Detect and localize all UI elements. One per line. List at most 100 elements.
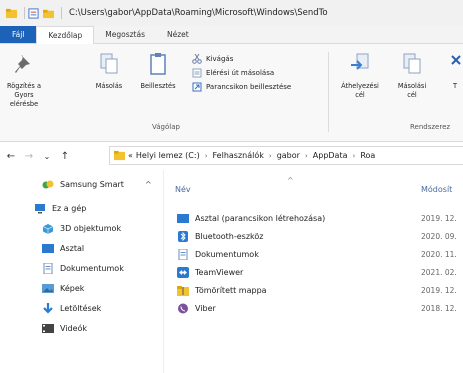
sidebar-item-label: Samsung Smart [60,179,124,189]
divider [24,7,25,19]
copy-to-icon [403,53,421,74]
sidebar-item-videos[interactable]: Videók [42,318,87,338]
shortcut-icon [192,82,202,92]
cut-button[interactable]: Kivágás [192,54,233,64]
forward-button[interactable]: → [22,151,36,162]
computer-icon [35,203,45,213]
copy-to-button[interactable]: Másolási cél [395,52,429,100]
breadcrumb-item[interactable]: gabor [277,151,300,160]
video-icon [42,323,54,333]
file-row[interactable]: Asztal (parancsikon létrehozása) 2019. 1… [165,210,463,226]
sidebar-item-downloads[interactable]: Letöltések [42,298,101,318]
sidebar-item-label: Letöltések [60,303,102,313]
breadcrumb-overflow[interactable]: « [128,151,133,160]
cloud-icon [42,180,54,188]
paste-shortcut-label: Parancsikon beillesztése [206,83,292,91]
file-name: Viber [195,303,216,313]
file-date: 2019. 12. [421,285,457,295]
ribbon-divider [328,52,329,132]
organize-group-label: Rendszerez [410,123,451,131]
sidebar-item-desktop[interactable]: Asztal [42,238,84,258]
teamviewer-icon [177,266,189,278]
delete-button[interactable]: T [447,52,463,91]
tab-home[interactable]: Kezdőlap [36,26,95,45]
sidebar-item-this-pc[interactable]: Ez a gép [34,198,86,218]
sidebar-item-label: Asztal [60,243,85,253]
sidebar-item-pictures[interactable]: Képek [42,278,84,298]
cube-icon [42,223,54,234]
breadcrumb-separator[interactable]: › [353,152,356,160]
copy-label: Másolás [95,82,123,90]
breadcrumb-separator[interactable]: › [305,152,308,160]
tab-file[interactable]: Fájl [0,26,37,43]
file-name: Tömörített mappa [195,285,267,295]
tab-view[interactable]: Nézet [156,26,200,43]
ribbon-tabs: Fájl Kezdőlap Megosztás Nézet [0,26,463,45]
folder-icon [114,150,125,161]
copy-path-button[interactable]: Elérési út másolása [192,68,274,78]
collapse-toggle[interactable]: ^ [145,180,152,189]
document-icon [178,248,188,260]
column-header-modified[interactable]: Módosít [421,176,452,202]
viber-icon [178,303,188,313]
file-date: 2020. 11. [421,249,457,259]
clipboard-group-label: Vágólap [152,123,180,131]
ribbon: Rögzítés a Gyors elérésbe Másolás Beille… [0,44,463,142]
divider [61,7,62,19]
sidebar-item-3d-objects[interactable]: 3D objektumok [42,218,121,238]
clipboard-icon [150,53,166,75]
document-icon [43,262,53,274]
navigation-bar: ← → ⌄ ↑ « Helyi lemez (C:) › Felhasználó… [0,142,463,170]
breadcrumb-separator[interactable]: › [269,152,272,160]
paste-shortcut-button[interactable]: Parancsikon beillesztése [192,82,291,92]
breadcrumb-item[interactable]: Roa [360,151,375,160]
file-name: Bluetooth-eszköz [195,231,264,241]
zip-folder-icon [177,285,189,296]
sidebar-item-label: Dokumentumok [60,263,124,273]
desktop-icon [177,213,189,223]
file-row[interactable]: TeamViewer 2021. 02. [165,264,463,280]
copy-path-icon [192,68,202,78]
breadcrumb-item[interactable]: Felhasználók [213,151,264,160]
sidebar-item-documents[interactable]: Dokumentumok [42,258,124,278]
file-date: 2018. 12. [421,303,457,313]
breadcrumb-item[interactable]: Helyi lemez (C:) [136,151,200,160]
copy-path-label: Elérési út másolása [206,69,275,77]
picture-icon [42,283,54,293]
column-header-name[interactable]: Név [175,176,191,202]
copy-button[interactable]: Másolás [92,52,126,91]
delete-label: T [452,82,458,90]
sidebar-item-label: Videók [60,323,88,333]
new-folder-icon[interactable] [43,8,54,19]
file-date: 2019. 12. [421,213,457,223]
paste-button[interactable]: Beillesztés [138,52,178,91]
sidebar-item-samsung-smart[interactable]: Samsung Smart [42,174,124,194]
cut-label: Kivágás [206,55,234,63]
move-to-label: Áthelyezési cél [341,82,379,99]
sidebar-item-label: Ez a gép [52,203,87,213]
copy-to-label: Másolási cél [397,82,427,99]
tab-share[interactable]: Megosztás [94,26,156,43]
paste-label: Beillesztés [140,82,176,90]
file-row[interactable]: Dokumentumok 2020. 11. [165,246,463,262]
file-row[interactable]: Viber 2018. 12. [165,300,463,316]
breadcrumb-item[interactable]: AppData [313,151,348,160]
file-date: 2021. 02. [421,267,457,277]
move-to-button[interactable]: Áthelyezési cél [340,52,380,100]
recent-locations-button[interactable]: ⌄ [40,152,54,161]
pin-quick-access-button[interactable]: Rögzítés a Gyors elérésbe [4,52,44,109]
file-date: 2020. 09. [421,231,457,241]
up-button[interactable]: ↑ [58,151,72,162]
sidebar-item-label: 3D objektumok [60,223,122,233]
folder-icon [6,8,17,18]
breadcrumb-separator[interactable]: › [205,152,208,160]
back-button[interactable]: ← [4,151,18,162]
download-icon [43,302,53,314]
file-row[interactable]: Tömörített mappa 2019. 12. [165,282,463,298]
scissors-icon [192,54,202,64]
file-row[interactable]: Bluetooth-eszköz 2020. 09. [165,228,463,244]
file-name: Asztal (parancsikon létrehozása) [195,213,326,223]
properties-icon[interactable] [28,7,39,19]
sort-indicator: ^ [287,176,294,185]
address-bar[interactable]: « Helyi lemez (C:) › Felhasználók › gabo… [109,146,463,165]
